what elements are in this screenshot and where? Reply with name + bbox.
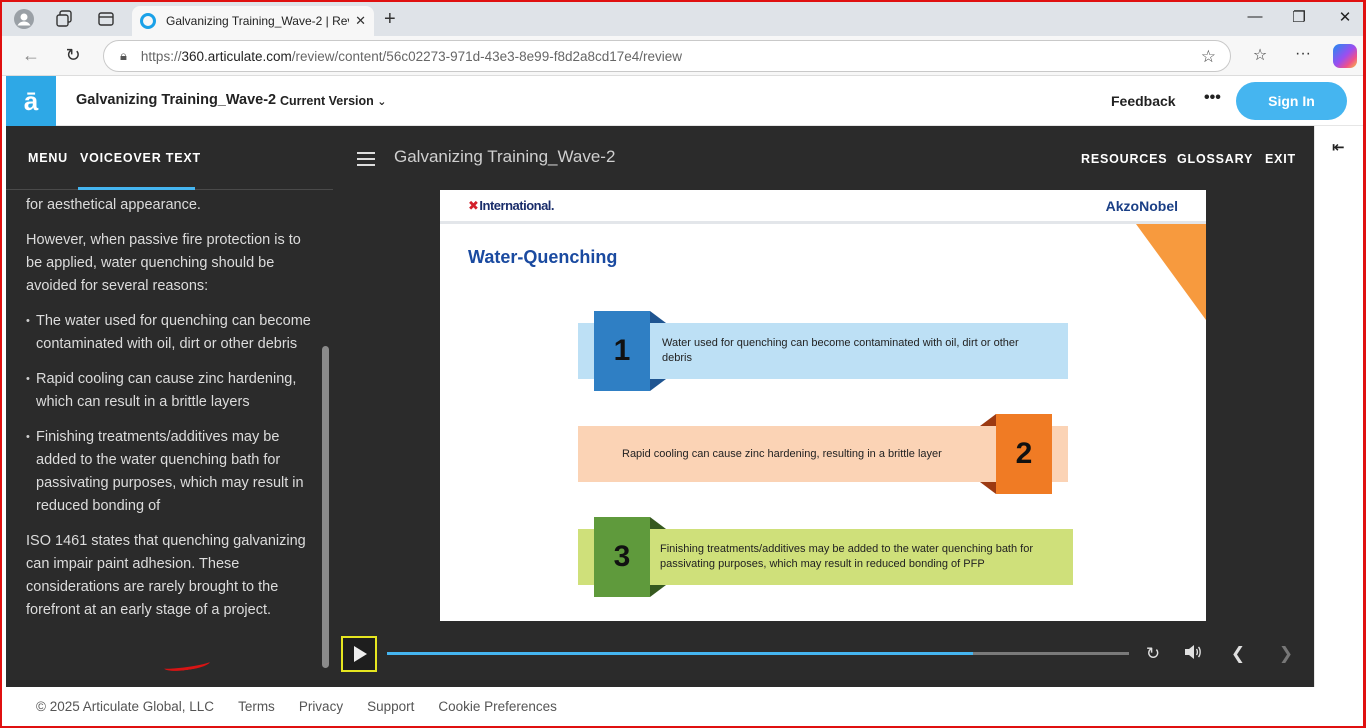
tab-actions-icon[interactable] [94, 8, 118, 30]
play-button[interactable] [341, 636, 377, 672]
sidebar-panel: MENU VOICEOVER TEXT for aesthetical appe… [6, 126, 333, 687]
profile-icon[interactable] [12, 8, 36, 30]
slide-item-3-number: 3 [594, 517, 650, 597]
more-options-icon[interactable]: ••• [1204, 89, 1221, 107]
tab-strip: Galvanizing Training_Wave-2 | Rev ✕ + — … [2, 2, 1363, 36]
restore-icon[interactable]: ❐ [1284, 8, 1314, 26]
favorite-star-icon[interactable]: ☆ [1201, 47, 1216, 67]
list-item: Rapid cooling can cause zinc hardening, … [26, 368, 316, 414]
browser-window: Galvanizing Training_Wave-2 | Rev ✕ + — … [0, 0, 1366, 728]
resources-link[interactable]: RESOURCES [1081, 152, 1167, 166]
seek-bar-progress [387, 652, 974, 655]
browser-tab-active[interactable]: Galvanizing Training_Wave-2 | Rev ✕ [132, 6, 374, 36]
footer-link-cookie-preferences[interactable]: Cookie Preferences [438, 699, 557, 714]
voiceover-paragraph: However, when passive fire protection is… [26, 232, 301, 294]
back-arrow-icon[interactable]: ← [18, 45, 44, 66]
glossary-link[interactable]: GLOSSARY [1177, 152, 1253, 166]
list-item: The water used for quenching can become … [26, 310, 316, 356]
footer-link-privacy[interactable]: Privacy [299, 699, 343, 714]
footer-link-support[interactable]: Support [367, 699, 414, 714]
sign-in-button[interactable]: Sign In [1236, 82, 1347, 120]
voiceover-text-content: for aesthetical appearance. However, whe… [26, 194, 316, 687]
international-logo: ✖International. [468, 198, 555, 213]
page-footer: © 2025 Articulate Global, LLC Terms Priv… [6, 687, 1363, 726]
expand-panel-icon[interactable]: ⇤ [1332, 138, 1345, 156]
articulate-favicon-icon [140, 13, 156, 29]
new-tab-plus-icon[interactable]: + [384, 8, 396, 31]
replay-icon[interactable]: ↻ [1141, 644, 1165, 664]
copyright-text: © 2025 Articulate Global, LLC [36, 699, 215, 714]
minimize-icon[interactable]: — [1240, 8, 1270, 25]
address-toolbar: ← ↻ 🔒︎ https://360.articulate.com/review… [2, 36, 1363, 76]
voiceover-paragraph: ISO 1461 states that quenching galvanizi… [26, 533, 306, 618]
sidebar-scrollbar[interactable] [322, 346, 329, 668]
tab-close-icon[interactable]: ✕ [355, 13, 366, 29]
slide-item-text: Water used for quenching can become cont… [662, 337, 1019, 364]
seek-bar[interactable] [387, 652, 1129, 655]
lock-icon: 🔒︎ [120, 48, 127, 63]
slide-item-text: Finishing treatments/additives may be ad… [660, 543, 1034, 570]
player-title: Galvanizing Training_Wave-2 [394, 147, 616, 166]
tab-menu[interactable]: MENU [28, 151, 68, 165]
sidebar-tabs: MENU VOICEOVER TEXT [6, 126, 333, 190]
list-item: Finishing treatments/additives may be ad… [26, 426, 316, 518]
slide-heading: Water-Quenching [468, 247, 618, 267]
favorites-list-icon[interactable]: ☆ [1247, 45, 1273, 65]
volume-icon[interactable] [1181, 644, 1205, 665]
play-icon [354, 646, 367, 662]
slide-brand-bar: ✖International. AkzoNobel [440, 190, 1206, 224]
address-bar[interactable]: 🔒︎ https://360.articulate.com/review/con… [103, 40, 1231, 72]
tab-voiceover-text[interactable]: VOICEOVER TEXT [80, 151, 201, 165]
voiceover-paragraph: for aesthetical appearance. [26, 197, 201, 213]
comments-rail: ⇤ [1314, 126, 1363, 687]
hamburger-menu-icon[interactable] [357, 152, 375, 166]
workspaces-icon[interactable] [52, 8, 76, 30]
player-area: Galvanizing Training_Wave-2 RESOURCES GL… [333, 126, 1314, 687]
version-dropdown[interactable]: Current Version ⌄ [280, 94, 386, 108]
reload-icon[interactable]: ↻ [60, 45, 86, 66]
settings-more-icon[interactable]: ··· [1290, 45, 1316, 63]
slide-item-text: Rapid cooling can cause zinc hardening, … [622, 447, 942, 460]
tab-title: Galvanizing Training_Wave-2 | Rev [166, 14, 350, 28]
active-tab-indicator [78, 187, 195, 190]
footer-link-terms[interactable]: Terms [238, 699, 275, 714]
chevron-down-icon: ⌄ [377, 96, 387, 108]
review-header: ā Galvanizing Training_Wave-2 Current Ve… [6, 76, 1363, 126]
voiceover-bullet-list: The water used for quenching can become … [26, 310, 316, 518]
course-title: Galvanizing Training_Wave-2 [76, 92, 277, 108]
copilot-icon[interactable] [1333, 44, 1357, 68]
url-text: https://360.articulate.com/review/conten… [140, 48, 683, 64]
window-close-icon[interactable]: ✕ [1330, 8, 1360, 26]
previous-slide-icon[interactable]: ❮ [1226, 644, 1250, 664]
articulate-logo-icon[interactable]: ā [6, 76, 56, 126]
exit-link[interactable]: EXIT [1265, 152, 1296, 166]
next-slide-icon[interactable]: ❯ [1274, 644, 1298, 664]
slide-item-2-number: 2 [996, 414, 1052, 494]
akzonobel-logo: AkzoNobel [1105, 198, 1178, 214]
slide-item-1-number: 1 [594, 311, 650, 391]
slide-canvas: ✖International. AkzoNobel Water-Quenchin… [440, 190, 1206, 621]
feedback-button[interactable]: Feedback [1111, 93, 1176, 109]
